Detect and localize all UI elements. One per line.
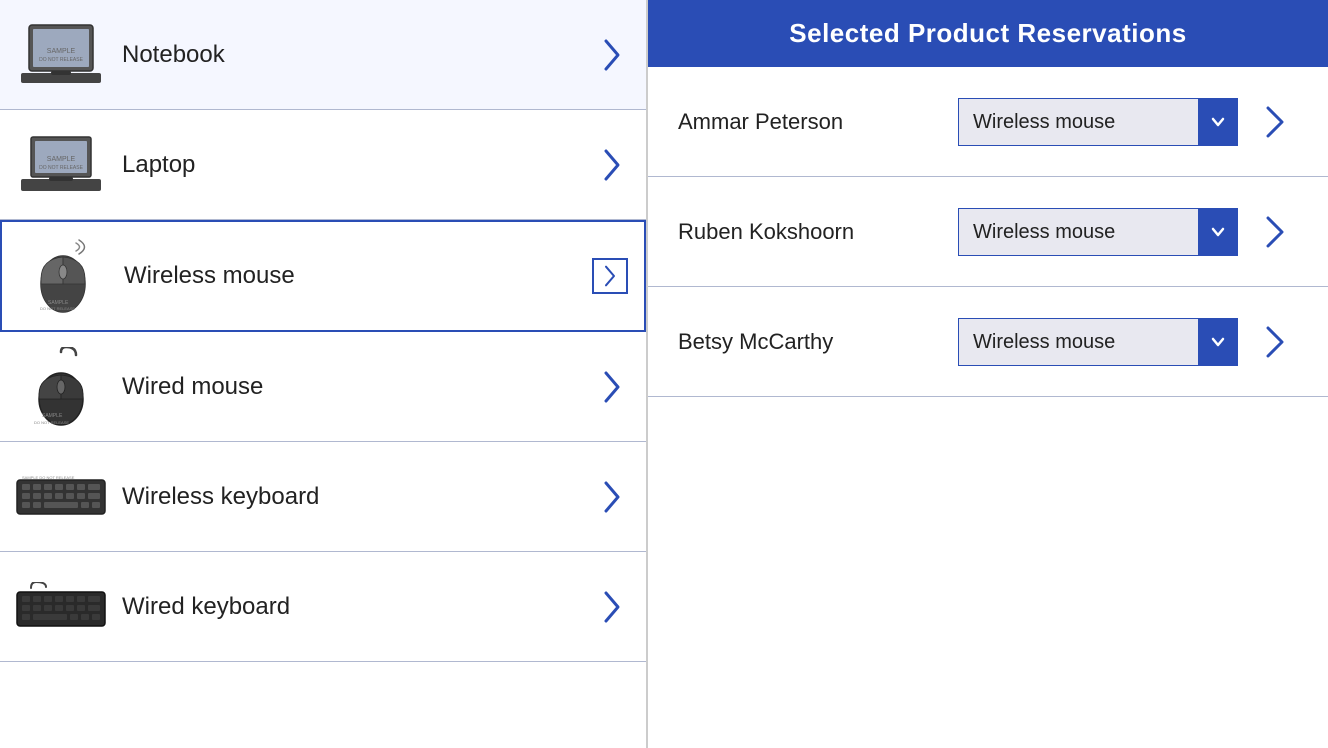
reservation-go-ammar[interactable] — [1254, 100, 1298, 144]
wired-mouse-chevron[interactable] — [594, 369, 630, 405]
wired-keyboard-chevron[interactable] — [594, 589, 630, 625]
svg-text:SAMPLE DO NOT RELEASE: SAMPLE DO NOT RELEASE — [22, 475, 75, 480]
wired-keyboard-icon — [16, 567, 106, 647]
reservations-header: Selected Product Reservations — [648, 0, 1328, 67]
product-item-wired-keyboard[interactable]: Wired keyboard — [0, 552, 646, 662]
product-item-notebook[interactable]: SAMPLE DO NOT RELEASE Notebook — [0, 0, 646, 110]
reservation-row-ruben: Ruben Kokshoorn Wireless mouse Wired mou… — [648, 177, 1328, 287]
laptop-label: Laptop — [122, 151, 594, 179]
wireless-mouse-label: Wireless mouse — [124, 262, 592, 290]
wireless-keyboard-label: Wireless keyboard — [122, 483, 594, 511]
wireless-keyboard-chevron[interactable] — [594, 479, 630, 515]
reservation-select-wrapper-ruben: Wireless mouse Wired mouse Notebook Lapt… — [958, 208, 1238, 256]
wireless-mouse-icon: SAMPLE DO NOT RELEASE — [18, 236, 108, 316]
product-list: SAMPLE DO NOT RELEASE Notebook SAMPLE DO… — [0, 0, 648, 748]
svg-text:SAMPLE: SAMPLE — [47, 156, 76, 163]
reservation-list: Ammar Peterson Wireless mouse Wired mous… — [648, 67, 1328, 748]
reservation-row-betsy: Betsy McCarthy Wireless mouse Wired mous… — [648, 287, 1328, 397]
wired-keyboard-label: Wired keyboard — [122, 593, 594, 621]
laptop-icon: SAMPLE DO NOT RELEASE — [16, 125, 106, 205]
laptop-chevron[interactable] — [594, 147, 630, 183]
reservation-select-wrapper-betsy: Wireless mouse Wired mouse Notebook Lapt… — [958, 318, 1238, 366]
product-item-laptop[interactable]: SAMPLE DO NOT RELEASE Laptop — [0, 110, 646, 220]
product-item-wireless-mouse[interactable]: SAMPLE DO NOT RELEASE Wireless mouse — [0, 220, 646, 332]
svg-text:DO NOT RELEASE: DO NOT RELEASE — [39, 57, 83, 63]
wired-mouse-label: Wired mouse — [122, 373, 594, 401]
wireless-mouse-chevron[interactable] — [592, 258, 628, 294]
notebook-chevron[interactable] — [594, 37, 630, 73]
reservation-name-ammar: Ammar Peterson — [678, 109, 958, 135]
notebook-label: Notebook — [122, 41, 594, 69]
notebook-icon: SAMPLE DO NOT RELEASE — [16, 15, 106, 95]
reservation-name-betsy: Betsy McCarthy — [678, 329, 958, 355]
reservation-go-ruben[interactable] — [1254, 210, 1298, 254]
reservation-select-ruben[interactable]: Wireless mouse Wired mouse Notebook Lapt… — [958, 208, 1238, 256]
reservation-select-wrapper-ammar: Wireless mouse Wired mouse Notebook Lapt… — [958, 98, 1238, 146]
wireless-keyboard-icon: SAMPLE DO NOT RELEASE — [16, 457, 106, 537]
product-item-wired-mouse[interactable]: SAMPLE DO NOT RELEASE Wired mouse — [0, 332, 646, 442]
reservation-select-betsy[interactable]: Wireless mouse Wired mouse Notebook Lapt… — [958, 318, 1238, 366]
reservation-go-betsy[interactable] — [1254, 320, 1298, 364]
wired-mouse-icon: SAMPLE DO NOT RELEASE — [16, 347, 106, 427]
svg-text:SAMPLE: SAMPLE — [47, 48, 76, 55]
reservations-panel: Selected Product Reservations Ammar Pete… — [648, 0, 1328, 748]
svg-text:DO NOT RELEASE: DO NOT RELEASE — [39, 165, 83, 171]
svg-text:DO NOT RELEASE: DO NOT RELEASE — [34, 420, 69, 425]
product-item-wireless-keyboard[interactable]: SAMPLE DO NOT RELEASE Wireless keyboard — [0, 442, 646, 552]
reservation-name-ruben: Ruben Kokshoorn — [678, 219, 958, 245]
reservation-row-ammar: Ammar Peterson Wireless mouse Wired mous… — [648, 67, 1328, 177]
svg-text:SAMPLE: SAMPLE — [42, 413, 63, 419]
svg-text:DO NOT RELEASE: DO NOT RELEASE — [40, 306, 75, 311]
reservation-select-ammar[interactable]: Wireless mouse Wired mouse Notebook Lapt… — [958, 98, 1238, 146]
